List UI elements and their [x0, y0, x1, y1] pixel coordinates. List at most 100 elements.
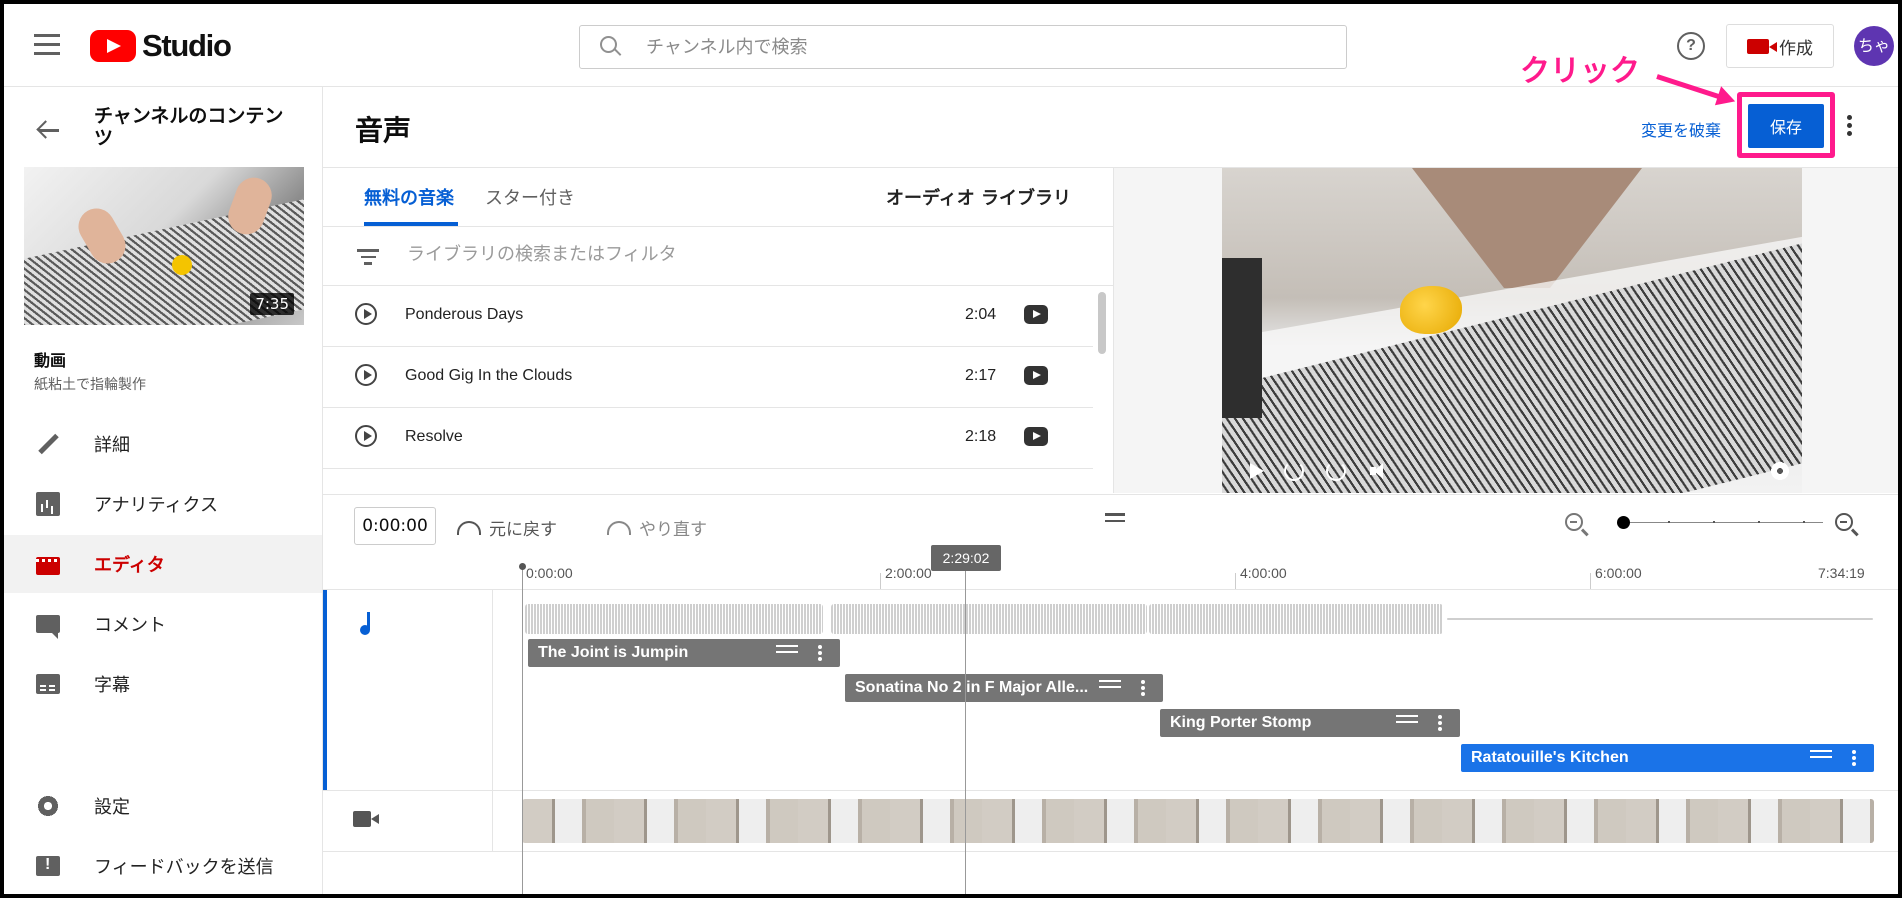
ruler-tick-label: 2:00:00 [885, 565, 932, 581]
avatar[interactable]: ちゃ [1854, 26, 1894, 66]
gear-icon [36, 794, 60, 818]
comment-icon [36, 615, 60, 639]
list-item[interactable]: Good Gig In the Clouds 2:17 [323, 347, 1093, 408]
timeline-ruler[interactable]: 0:00:00 2:00:00 4:00:00 6:00:00 7:34:19 [323, 553, 1898, 590]
current-time-field[interactable]: 0:00:00 [354, 507, 436, 545]
tune-icon[interactable] [776, 645, 798, 661]
filter-icon[interactable] [357, 249, 379, 269]
tune-icon[interactable] [1396, 715, 1418, 731]
youtube-icon[interactable] [1024, 366, 1048, 385]
zoom-in-icon[interactable] [1835, 513, 1853, 531]
timeline-start-dot [519, 563, 526, 570]
video-scene-clay [1400, 286, 1462, 334]
more-options-icon[interactable] [1847, 115, 1853, 139]
app-window: Studio ? 作成 ちゃ チャンネルのコンテンツ 7:35 動画 紙粘土で指… [0, 0, 1902, 898]
menu-icon[interactable] [34, 34, 60, 55]
tune-icon[interactable] [1810, 750, 1832, 766]
back-arrow-icon[interactable] [36, 118, 60, 142]
playhead[interactable] [965, 569, 966, 894]
audio-clip[interactable]: The Joint is Jumpin [528, 639, 840, 667]
redo-button[interactable]: やり直す [607, 515, 707, 540]
play-icon[interactable] [1246, 461, 1266, 481]
audio-track-row: The Joint is Jumpin Sonatina No 2 in F M… [323, 590, 1898, 791]
search-bar[interactable] [579, 25, 1347, 69]
more-options-icon[interactable] [1141, 680, 1145, 698]
editor-icon [36, 556, 60, 575]
ruler-tick-label: 0:00:00 [526, 565, 573, 581]
sidebar-item-editor[interactable]: エディタ [4, 535, 322, 593]
video-camera-icon [353, 811, 379, 827]
audio-clip[interactable]: Sonatina No 2 in F Major Alle... [845, 674, 1163, 702]
tab-free-music[interactable]: 無料の音楽 [364, 184, 454, 210]
discard-changes-link[interactable]: 変更を破棄 [1641, 117, 1721, 141]
audio-library-panel: 無料の音楽 スター付き オーディオ ライブラリ Ponderous Days 2… [323, 168, 1114, 493]
video-track-row [323, 791, 1898, 852]
redo-icon [607, 520, 631, 535]
help-icon[interactable]: ? [1677, 32, 1705, 60]
list-item[interactable]: Ponderous Days 2:04 [323, 286, 1093, 347]
undo-icon [457, 520, 481, 535]
create-label: 作成 [1779, 38, 1813, 59]
save-button[interactable]: 保存 [1748, 104, 1824, 148]
tune-icon[interactable] [1099, 680, 1121, 696]
sidebar-item-comments[interactable]: コメント [4, 595, 322, 653]
video-row-label [323, 791, 493, 851]
more-options-icon[interactable] [1438, 715, 1442, 733]
sidebar-item-subtitles[interactable]: 字幕 [4, 655, 322, 713]
drag-handle-icon[interactable] [1105, 513, 1125, 526]
more-options-icon[interactable] [1852, 750, 1856, 768]
library-search-input[interactable] [405, 243, 1009, 266]
list-item[interactable]: Resolve 2:18 [323, 408, 1093, 469]
audio-clip-label: Ratatouille's Kitchen [1471, 749, 1629, 766]
audio-library-link[interactable]: オーディオ ライブラリ [886, 184, 1071, 210]
timeline-panel: 0:00:00 元に戻す やり直す 0:00:00 2:00:00 4:00:0… [323, 494, 1898, 894]
editor-header: 音声 変更を破棄 保存 [323, 87, 1898, 168]
track-duration: 2:18 [965, 428, 997, 445]
track-duration: 2:17 [965, 367, 997, 384]
play-circle-icon[interactable] [355, 425, 377, 447]
audio-clip-selected[interactable]: Ratatouille's Kitchen [1461, 744, 1874, 772]
track-duration: 2:04 [965, 306, 997, 323]
tab-starred[interactable]: スター付き [485, 184, 575, 210]
ruler-tick-label: 6:00:00 [1595, 565, 1642, 581]
sidebar-item-settings[interactable]: 設定 [4, 777, 322, 835]
library-tabs: 無料の音楽 スター付き オーディオ ライブラリ [323, 168, 1113, 227]
youtube-icon[interactable] [1024, 305, 1048, 324]
create-button[interactable]: 作成 [1726, 24, 1834, 68]
forward-10-icon[interactable] [1326, 461, 1346, 481]
sidebar-item-feedback[interactable]: フィードバックを送信 [4, 837, 322, 894]
playhead-time[interactable]: 2:29:02 [931, 545, 1001, 571]
video-player[interactable] [1222, 168, 1802, 493]
volume-icon[interactable] [1368, 461, 1388, 481]
zoom-slider-handle[interactable] [1617, 516, 1630, 529]
video-filmstrip[interactable] [522, 799, 1874, 843]
audio-clip[interactable]: King Porter Stomp [1160, 709, 1460, 737]
library-scrollbar[interactable] [1098, 292, 1106, 354]
pencil-icon [36, 432, 60, 456]
search-input[interactable] [644, 35, 1298, 59]
youtube-icon[interactable] [1024, 427, 1048, 446]
app-name: Studio [142, 28, 232, 63]
sidebar-item-label: コメント [94, 615, 166, 636]
subtitles-icon [36, 674, 60, 694]
play-circle-icon[interactable] [355, 364, 377, 386]
active-tab-indicator [364, 222, 458, 226]
video-thumbnail[interactable]: 7:35 [24, 167, 304, 325]
rewind-10-icon[interactable] [1284, 461, 1304, 481]
sidebar-item-label: エディタ [94, 555, 165, 576]
sidebar-item-label: アナリティクス [94, 495, 219, 516]
library-filter[interactable] [323, 227, 1113, 286]
ruler-tick [880, 573, 881, 589]
ruler-tick-label: 7:34:19 [1818, 565, 1865, 581]
zoom-out-icon[interactable] [1565, 513, 1583, 531]
audio-waveform [1447, 618, 1873, 620]
gear-icon[interactable] [1770, 461, 1790, 481]
sidebar-item-details[interactable]: 詳細 [4, 415, 322, 473]
more-options-icon[interactable] [818, 645, 822, 663]
undo-button[interactable]: 元に戻す [457, 515, 557, 540]
sidebar-item-analytics[interactable]: アナリティクス [4, 475, 322, 533]
play-circle-icon[interactable] [355, 303, 377, 325]
youtube-studio-logo[interactable]: Studio [90, 28, 232, 64]
zoom-slider[interactable] [1623, 521, 1823, 523]
thumbnail-duration: 7:35 [250, 293, 294, 315]
